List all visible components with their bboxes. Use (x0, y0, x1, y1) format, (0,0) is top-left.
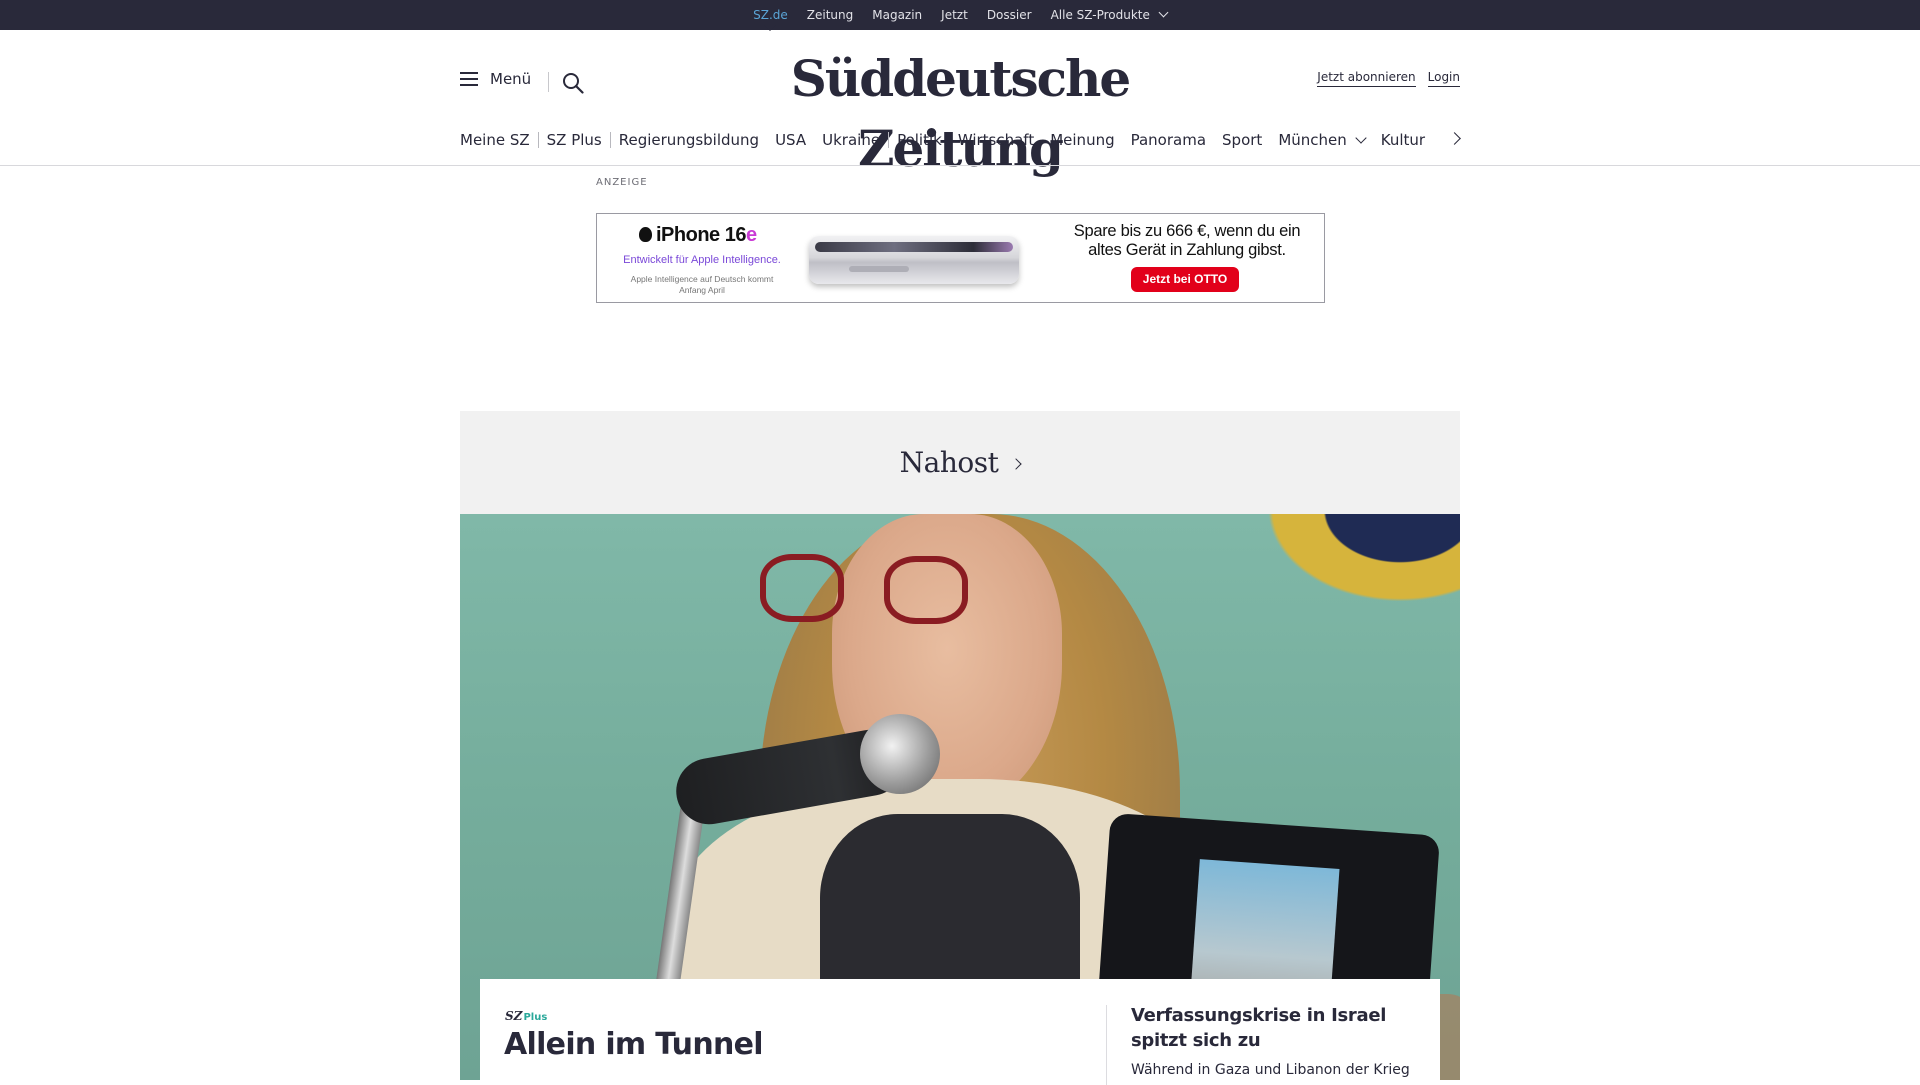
nav-item-usa[interactable]: USA (767, 131, 814, 149)
ad-cta-button[interactable]: Jetzt bei OTTO (1131, 267, 1239, 292)
article-headline[interactable]: Allein im Tunnel (504, 1027, 764, 1062)
product-bar: SZ.de Zeitung Magazin Jetzt Dossier Alle… (0, 0, 1920, 31)
search-icon[interactable] (562, 72, 584, 94)
sz-plus-badge-plus: Plus (523, 1012, 548, 1023)
ad-label: ANZEIGE (596, 177, 648, 188)
chevron-right-icon[interactable] (1448, 132, 1461, 145)
main-navigation: Meine SZ SZ Plus Regierungsbildung USA U… (460, 128, 1433, 152)
sz-plus-badge: SZPlus (505, 1009, 547, 1023)
nav-item-wirtschaft[interactable]: Wirtschaft (950, 131, 1042, 149)
hamburger-icon (460, 72, 478, 86)
hero-microphone-head (860, 714, 940, 794)
subscribe-link[interactable]: Jetzt abonnieren (1317, 70, 1416, 87)
ad-product-name: iPhone 16 (656, 224, 746, 246)
nav-item-sport[interactable]: Sport (1214, 131, 1270, 149)
hero-glasses-left (760, 554, 844, 622)
account-links: Jetzt abonnieren Login (1317, 70, 1460, 87)
ad-banner[interactable]: iPhone 16e Entwickelt für Apple Intellig… (596, 213, 1325, 303)
nav-item-meinung[interactable]: Meinung (1042, 131, 1122, 149)
nav-item-ukraine[interactable]: Ukraine (814, 131, 888, 149)
nav-item-panorama[interactable]: Panorama (1123, 131, 1214, 149)
chevron-down-icon (1355, 132, 1367, 144)
card-divider (1106, 1005, 1107, 1085)
product-link-dossier[interactable]: Dossier (987, 0, 1032, 30)
ad-promo-text: Spare bis zu 666 €, wenn du ein altes Ge… (1073, 222, 1301, 259)
login-link[interactable]: Login (1427, 70, 1460, 87)
product-link-jetzt[interactable]: Jetzt (941, 0, 968, 30)
side-article-headline[interactable]: Verfassungskrise in Israel spitzt sich z… (1131, 1003, 1401, 1053)
article-card: SZPlus Allein im Tunnel Verfassungskrise… (480, 979, 1440, 1085)
hero-glasses-right (884, 556, 968, 624)
nav-item-meine-sz[interactable]: Meine SZ (460, 131, 538, 149)
nav-item-muenchen-label: München (1278, 131, 1347, 149)
product-link-all-products[interactable]: Alle SZ-Produkte (1050, 0, 1169, 30)
ad-note: Apple Intelligence auf Deutsch kommt Anf… (630, 274, 774, 295)
ad-tagline: Entwickelt für Apple Intelligence. (623, 254, 781, 266)
ad-product-suffix: e (745, 224, 757, 246)
nav-item-sz-plus[interactable]: SZ Plus (539, 131, 610, 149)
section-header[interactable]: Nahost (460, 411, 1460, 514)
chevron-down-icon (1158, 7, 1169, 18)
section-title: Nahost (899, 446, 999, 479)
product-links: SZ.de Zeitung Magazin Jetzt Dossier Alle… (0, 0, 1920, 31)
nav-item-muenchen[interactable]: München (1270, 131, 1372, 149)
product-link-zeitung[interactable]: Zeitung (807, 0, 853, 30)
site-logo[interactable]: Süddeutsche Zeitung (700, 44, 1220, 178)
ad-product: iPhone 16e (639, 224, 757, 247)
ad-phone-image (809, 236, 1019, 284)
nav-item-politik[interactable]: Politik (889, 131, 950, 149)
side-article-teaser[interactable]: Während in Gaza und Libanon der Krieg (1131, 1062, 1411, 1078)
chevron-right-icon (1010, 458, 1023, 470)
header-divider (548, 72, 549, 92)
hero-emblem (1250, 514, 1460, 614)
product-link-magazin[interactable]: Magazin (872, 0, 922, 30)
all-products-label: Alle SZ-Produkte (1050, 8, 1150, 22)
sz-plus-badge-sz: SZ (505, 1009, 523, 1023)
menu-button[interactable]: Menü (460, 70, 531, 88)
header-rule (0, 165, 1920, 166)
product-link-szde[interactable]: SZ.de (753, 0, 788, 31)
nav-item-kultur[interactable]: Kultur (1373, 131, 1433, 149)
menu-label: Menü (490, 70, 532, 88)
nav-item-regierungsbildung[interactable]: Regierungsbildung (611, 131, 767, 149)
apple-logo-icon (639, 227, 652, 242)
